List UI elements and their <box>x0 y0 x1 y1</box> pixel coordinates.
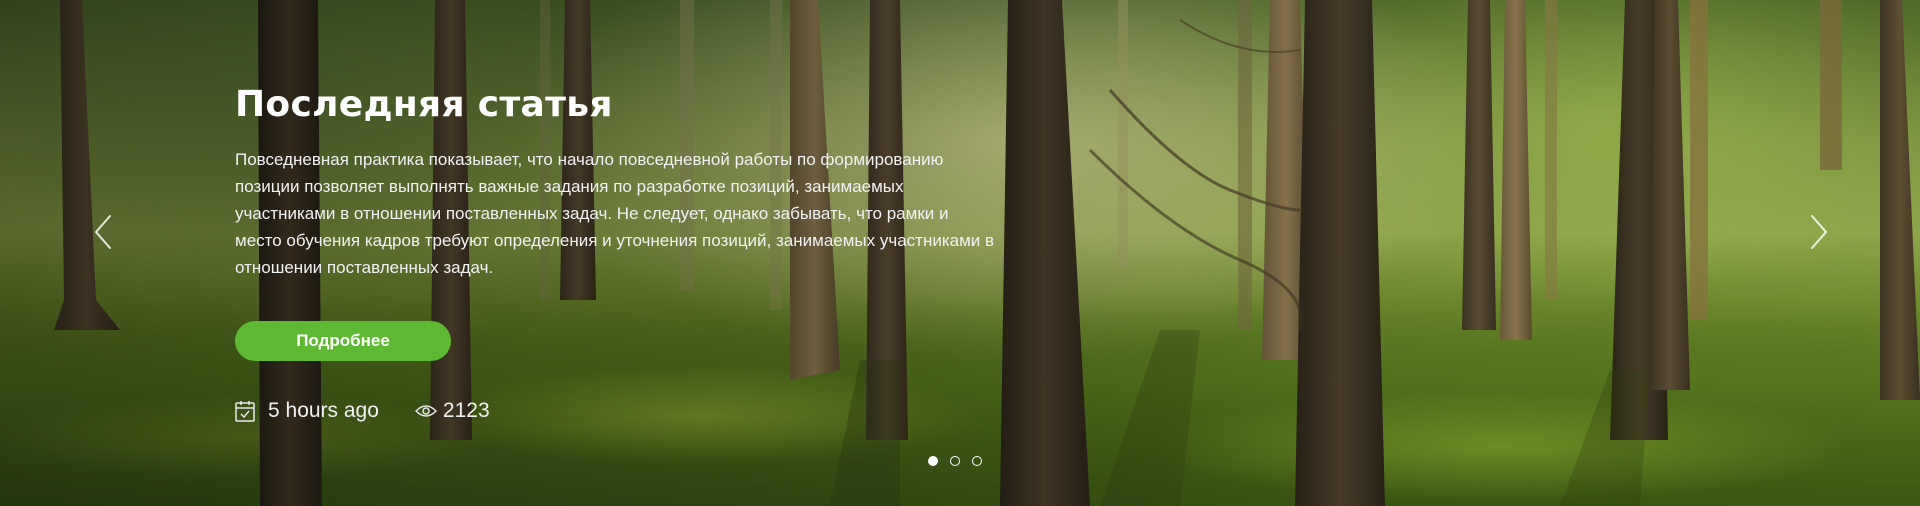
view-count: 2123 <box>414 399 490 423</box>
hero-slider: Последняя статья Повседневная практика п… <box>0 0 1920 506</box>
slide-excerpt: Повседневная практика показывает, что на… <box>235 150 995 277</box>
slide-meta: 5 hours ago 2123 <box>235 399 995 423</box>
slide-content: Последняя статья Повседневная практика п… <box>235 82 995 423</box>
publish-date: 5 hours ago <box>235 399 379 423</box>
pagination-dot[interactable] <box>928 456 938 466</box>
chevron-left-icon[interactable] <box>88 212 118 252</box>
view-count-text: 2123 <box>442 399 490 422</box>
pagination-dot[interactable] <box>972 456 982 466</box>
publish-date-text: 5 hours ago <box>268 399 379 422</box>
read-more-button[interactable]: Подробнее <box>235 321 451 361</box>
slider-pagination <box>928 456 982 466</box>
calendar-icon <box>235 401 255 422</box>
slide-title: Последняя статья <box>235 84 613 125</box>
pagination-dot[interactable] <box>950 456 960 466</box>
chevron-right-icon[interactable] <box>1804 212 1834 252</box>
eye-icon <box>414 405 437 417</box>
